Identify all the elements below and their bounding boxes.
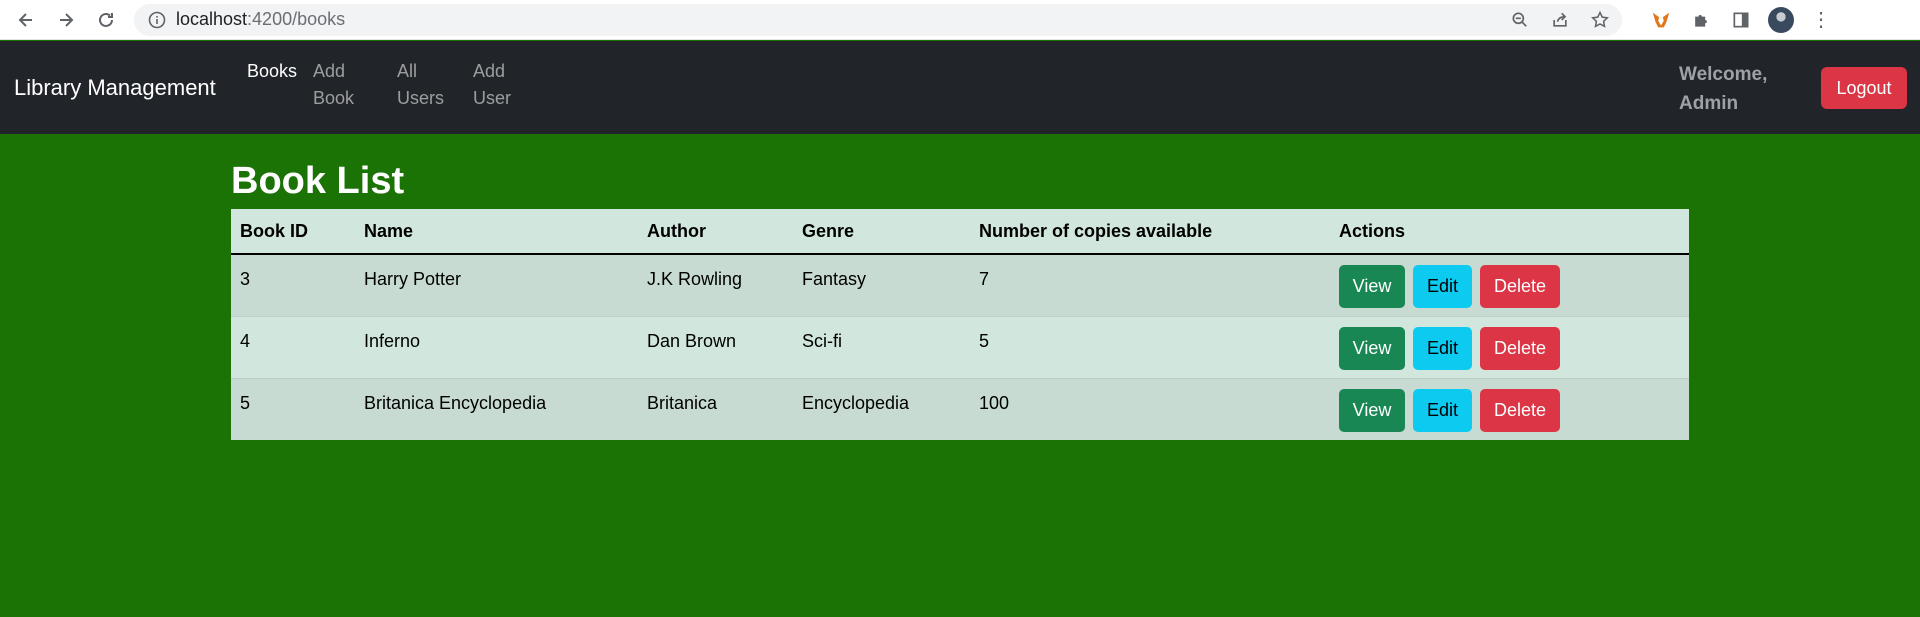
edit-button[interactable]: Edit [1413, 326, 1472, 370]
cell-name: Inferno [355, 315, 638, 378]
logout-button[interactable]: Logout [1821, 67, 1907, 109]
bookmark-star-icon[interactable] [1588, 8, 1612, 32]
profile-avatar[interactable] [1768, 6, 1794, 33]
cell-copies: 7 [970, 253, 1330, 316]
app-navbar: Library Management Books Add Book All Us… [0, 41, 1920, 134]
view-button[interactable]: View [1339, 326, 1405, 370]
url-path: :4200/books [247, 9, 346, 29]
edit-button[interactable]: Edit [1413, 265, 1472, 308]
address-bar[interactable]: localhost:4200/books [134, 3, 1622, 36]
cell-actions: View Edit Delete [1330, 253, 1689, 316]
header-name: Name [355, 209, 638, 255]
brand-title[interactable]: Library Management [14, 75, 216, 101]
delete-button[interactable]: Delete [1480, 265, 1560, 308]
side-panel-icon[interactable] [1728, 7, 1754, 33]
delete-button[interactable]: Delete [1480, 326, 1560, 370]
book-table: Book ID Name Author Genre Number of copi… [231, 209, 1689, 440]
header-author: Author [638, 209, 793, 255]
cell-actions: View Edit Delete [1330, 315, 1689, 378]
header-copies: Number of copies available [970, 209, 1330, 255]
nav-link-all-users[interactable]: All Users [397, 58, 447, 112]
cell-genre: Fantasy [793, 253, 970, 316]
table-row: 5 Britanica Encyclopedia Britanica Encyc… [231, 377, 1689, 440]
edit-button[interactable]: Edit [1413, 388, 1472, 432]
header-genre: Genre [793, 209, 970, 255]
table-row: 4 Inferno Dan Brown Sci-fi 5 View Edit Del… [231, 315, 1689, 378]
metamask-fox-icon[interactable] [1648, 7, 1674, 33]
cell-name: Britanica Encyclopedia [355, 377, 638, 440]
cell-actions: View Edit Delete [1330, 377, 1689, 440]
share-icon[interactable] [1548, 8, 1572, 32]
url-text: localhost:4200/books [176, 9, 345, 30]
cell-book-id: 4 [231, 315, 355, 378]
table-header-row: Book ID Name Author Genre Number of copi… [231, 209, 1689, 255]
delete-button[interactable]: Delete [1480, 388, 1560, 432]
back-icon[interactable] [6, 2, 46, 38]
header-actions: Actions [1330, 209, 1689, 255]
reload-icon[interactable] [86, 2, 126, 38]
cell-name: Harry Potter [355, 253, 638, 316]
zoom-icon[interactable] [1508, 8, 1532, 32]
cell-copies: 5 [970, 315, 1330, 378]
view-button[interactable]: View [1339, 388, 1405, 432]
cell-copies: 100 [970, 377, 1330, 440]
cell-genre: Sci-fi [793, 315, 970, 378]
extensions-puzzle-icon[interactable] [1688, 7, 1714, 33]
cell-author: Dan Brown [638, 315, 793, 378]
view-button[interactable]: View [1339, 265, 1405, 308]
cell-book-id: 3 [231, 253, 355, 316]
cell-book-id: 5 [231, 377, 355, 440]
table-row: 3 Harry Potter J.K Rowling Fantasy 7 Vie… [231, 253, 1689, 316]
nav-link-books[interactable]: Books [247, 58, 297, 85]
cell-author: J.K Rowling [638, 253, 793, 316]
site-info-icon[interactable] [148, 11, 166, 29]
more-menu-icon[interactable]: ⋮ [1808, 7, 1834, 33]
header-book-id: Book ID [231, 209, 355, 255]
url-host: localhost [176, 9, 248, 29]
browser-toolbar: localhost:4200/books ⋮ [0, 0, 1920, 40]
page-title: Book List [231, 160, 405, 202]
cell-author: Britanica [638, 377, 793, 440]
welcome-text: Welcome, Admin [1679, 64, 1768, 114]
nav-link-add-user[interactable]: Add User [473, 58, 523, 112]
nav-link-add-book[interactable]: Add Book [313, 58, 363, 112]
cell-genre: Encyclopedia [793, 377, 970, 440]
forward-icon[interactable] [46, 2, 86, 38]
